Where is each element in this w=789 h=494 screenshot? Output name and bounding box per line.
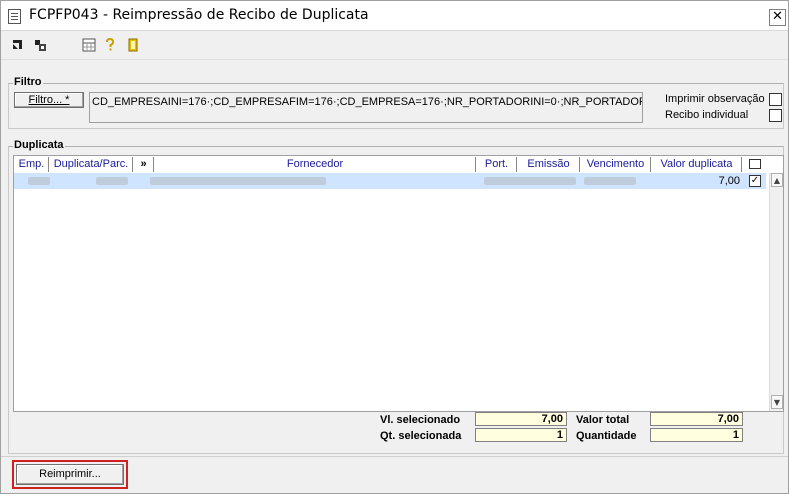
masked-cell-emissao (484, 177, 576, 185)
individual-receipt-checkbox[interactable] (769, 109, 782, 122)
app-window: FCPFP043 - Reimpressão de Recibo de Dupl… (0, 0, 789, 494)
valor-total-label: Valor total (576, 414, 630, 426)
print-observation-checkbox[interactable] (769, 93, 782, 106)
help-icon[interactable] (102, 37, 118, 54)
scroll-up-icon[interactable]: ▲ (771, 173, 783, 187)
vl-selecionado-value: 7,00 (475, 412, 567, 426)
column-header-port[interactable]: Port. (477, 157, 517, 172)
exit-icon[interactable] (125, 38, 141, 54)
select-all-checkbox[interactable] (749, 159, 761, 169)
reprint-button[interactable]: Reimprimir... (16, 464, 124, 485)
title-bar: FCPFP043 - Reimpressão de Recibo de Dupl… (1, 1, 788, 31)
qt-selecionada-label: Qt. selecionada (380, 430, 462, 442)
row-select-checkbox[interactable]: ✓ (749, 175, 761, 187)
close-button[interactable]: ✕ (769, 9, 786, 26)
vertical-scrollbar[interactable]: ▲ ▼ (769, 173, 783, 411)
run-icon[interactable] (10, 38, 26, 54)
masked-cell-emp (28, 177, 50, 185)
filter-expression-field[interactable]: CD_EMPRESAINI=176·;CD_EMPRESAFIM=176·;CD… (89, 92, 643, 123)
calculator-icon[interactable] (81, 38, 97, 54)
column-header-duplicata-parc[interactable]: Duplicata/Parc. (50, 157, 133, 172)
column-header-emissao[interactable]: Emissão (518, 157, 580, 172)
print-observation-label: Imprimir observação (665, 93, 765, 105)
column-header-valor-duplicata[interactable]: Valor duplicata (652, 157, 742, 172)
scroll-down-icon[interactable]: ▼ (771, 395, 783, 409)
filter-button[interactable]: Filtro... * (14, 92, 84, 108)
options-icon[interactable] (32, 38, 48, 54)
duplicata-group-label: Duplicata (13, 139, 65, 151)
filter-button-label: Filtro... * (28, 94, 70, 106)
vl-selecionado-label: Vl. selecionado (380, 414, 461, 426)
select-all-header[interactable] (743, 157, 767, 172)
cell-valor-duplicata: 7,00 (718, 175, 740, 187)
quantidade-value: 1 (650, 428, 743, 442)
quantidade-label: Quantidade (576, 430, 637, 442)
individual-receipt-label: Recibo individual (665, 109, 749, 121)
window-title: FCPFP043 - Reimpressão de Recibo de Dupl… (29, 7, 369, 23)
expand-columns-button[interactable]: » (134, 157, 154, 172)
document-icon (8, 9, 21, 24)
divider (1, 456, 788, 457)
toolbar (1, 32, 788, 60)
column-header-fornecedor[interactable]: Fornecedor (155, 157, 476, 172)
masked-cell-vencimento (584, 177, 636, 185)
table-row[interactable]: 7,00 ✓ (14, 173, 766, 189)
masked-cell-fornecedor (150, 177, 326, 185)
column-header-emp[interactable]: Emp. (15, 157, 49, 172)
valor-total-value: 7,00 (650, 412, 743, 426)
column-header-vencimento[interactable]: Vencimento (581, 157, 651, 172)
qt-selecionada-value: 1 (475, 428, 567, 442)
filter-group-label: Filtro (13, 76, 43, 88)
duplicata-grid: Emp. Duplicata/Parc. » Fornecedor Port. … (13, 155, 784, 412)
masked-cell-duplicata (96, 177, 128, 185)
reprint-button-label: Reimprimir... (39, 468, 101, 480)
